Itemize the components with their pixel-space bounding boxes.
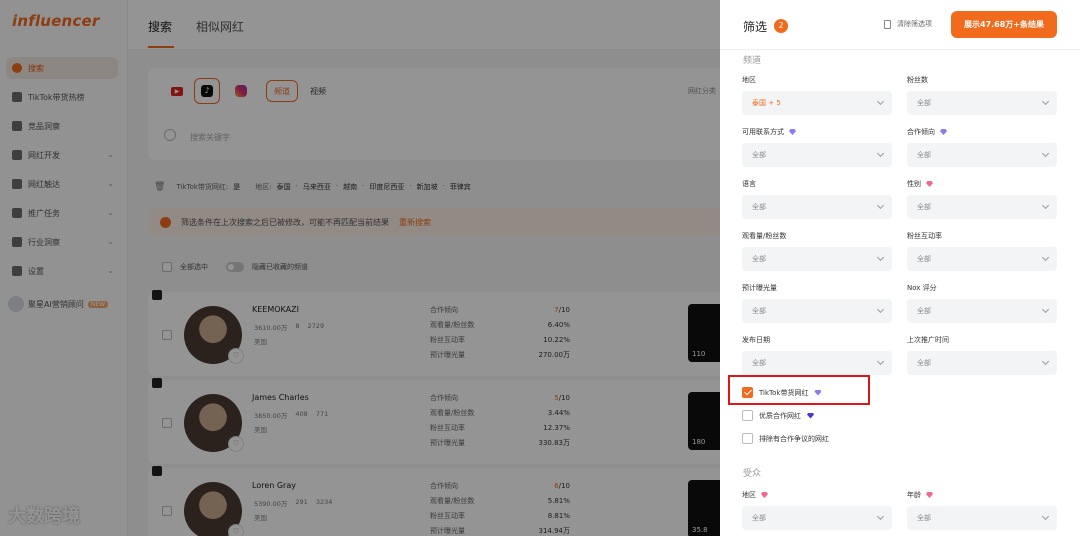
field-label-text: 合作倾向 — [907, 128, 935, 136]
filter-select[interactable]: 全部 — [907, 247, 1057, 271]
field-label-text: Nox 评分 — [907, 284, 937, 292]
field-label-text: 发布日期 — [742, 336, 770, 344]
select-value: 全部 — [752, 359, 766, 367]
field-label-text: 预计曝光量 — [742, 284, 777, 292]
select-value: 全部 — [752, 255, 766, 263]
field-label: 语言 — [742, 179, 756, 189]
field-label: 预计曝光量 — [742, 283, 777, 293]
select-value: 全部 — [917, 151, 931, 159]
select-value: 全部 — [917, 203, 931, 211]
select-value: 全部 — [917, 99, 931, 107]
field-label: 地区 — [742, 75, 756, 85]
field-label: 上次推广时间 — [907, 335, 949, 345]
chevron-down-icon — [1041, 201, 1050, 210]
premium-gem-icon — [940, 129, 947, 135]
checkbox-row[interactable]: 优质合作网红 — [742, 410, 814, 421]
select-value: 全部 — [917, 359, 931, 367]
show-results-button[interactable]: 展示47.68万+条结果 — [951, 11, 1057, 38]
field-label-text: 语言 — [742, 180, 756, 188]
chevron-down-icon — [1041, 357, 1050, 366]
field-label: 可用联系方式 — [742, 127, 796, 137]
highlight-box — [728, 375, 870, 405]
chevron-down-icon — [876, 201, 885, 210]
chevron-down-icon — [1041, 305, 1050, 314]
premium-gem-icon — [926, 492, 933, 498]
select-value: 全部 — [917, 514, 931, 522]
premium-gem-icon — [807, 412, 814, 419]
field-label-text: 年龄 — [907, 491, 921, 499]
filter-drawer: 筛选 2 清除筛选项 展示47.68万+条结果 频道 地区 泰国 + 5 粉丝数 全部… — [720, 0, 1080, 536]
filter-select[interactable]: 全部 — [742, 247, 892, 271]
filter-select[interactable]: 全部 — [907, 351, 1057, 375]
field-label: 发布日期 — [742, 335, 770, 345]
filter-select[interactable]: 全部 — [742, 195, 892, 219]
chevron-down-icon — [876, 357, 885, 366]
field-label: 粉丝互动率 — [907, 231, 942, 241]
chevron-down-icon — [1041, 253, 1050, 262]
clear-filters-label: 清除筛选项 — [897, 20, 932, 28]
filter-select[interactable]: 全部 — [907, 91, 1057, 115]
field-label: 性别 — [907, 179, 933, 189]
premium-gem-icon — [761, 492, 768, 498]
select-value: 全部 — [917, 255, 931, 263]
modal-overlay[interactable] — [0, 0, 720, 536]
field-label-text: 粉丝互动率 — [907, 232, 942, 240]
field-label-text: 可用联系方式 — [742, 128, 784, 136]
audience-field-label: 地区 — [742, 490, 768, 500]
premium-gem-icon — [789, 129, 796, 135]
chevron-down-icon — [876, 253, 885, 262]
select-value: 全部 — [752, 307, 766, 315]
filter-select[interactable]: 全部 — [907, 143, 1057, 167]
trash-icon — [884, 19, 891, 29]
field-label: 粉丝数 — [907, 75, 928, 85]
checkbox-label: 优质合作网红 — [759, 411, 801, 420]
audience-select[interactable]: 全部 — [742, 506, 892, 530]
clear-filters-button[interactable]: 清除筛选项 — [884, 19, 932, 29]
channel-section-title: 频道 — [743, 56, 762, 66]
chevron-down-icon — [876, 512, 885, 521]
field-label-text: 地区 — [742, 76, 756, 84]
chevron-down-icon — [1041, 512, 1050, 521]
filter-select[interactable]: 全部 — [742, 299, 892, 323]
field-label: 合作倾向 — [907, 127, 947, 137]
filter-checkbox[interactable] — [742, 410, 753, 421]
filter-select[interactable]: 全部 — [907, 299, 1057, 323]
filter-select[interactable]: 全部 — [742, 351, 892, 375]
audience-section-title: 受众 — [743, 469, 762, 479]
chevron-down-icon — [876, 149, 885, 158]
filter-select[interactable]: 全部 — [907, 195, 1057, 219]
chevron-down-icon — [1041, 97, 1050, 106]
select-value: 泰国 + 5 — [752, 99, 781, 107]
chevron-down-icon — [876, 97, 885, 106]
select-value: 全部 — [917, 307, 931, 315]
select-value: 全部 — [752, 151, 766, 159]
audience-field-label: 年龄 — [907, 490, 933, 500]
filter-select[interactable]: 全部 — [742, 143, 892, 167]
select-value: 全部 — [752, 203, 766, 211]
audience-select[interactable]: 全部 — [907, 506, 1057, 530]
field-label: Nox 评分 — [907, 283, 937, 293]
checkbox-row[interactable]: 排除有合作争议的网红 — [742, 433, 829, 444]
filter-count-badge: 2 — [774, 19, 788, 33]
field-label-text: 地区 — [742, 491, 756, 499]
chevron-down-icon — [1041, 149, 1050, 158]
premium-gem-icon — [926, 181, 933, 187]
drawer-title: 筛选 — [743, 20, 768, 34]
drawer-header: 筛选 2 清除筛选项 展示47.68万+条结果 — [720, 0, 1080, 50]
filter-select[interactable]: 泰国 + 5 — [742, 91, 892, 115]
field-label-text: 上次推广时间 — [907, 336, 949, 344]
filter-checkbox[interactable] — [742, 433, 753, 444]
field-label-text: 粉丝数 — [907, 76, 928, 84]
chevron-down-icon — [876, 305, 885, 314]
field-label-text: 性别 — [907, 180, 921, 188]
select-value: 全部 — [752, 514, 766, 522]
field-label-text: 观看量/粉丝数 — [742, 232, 787, 240]
checkbox-label: 排除有合作争议的网红 — [759, 434, 829, 443]
field-label: 观看量/粉丝数 — [742, 231, 786, 241]
